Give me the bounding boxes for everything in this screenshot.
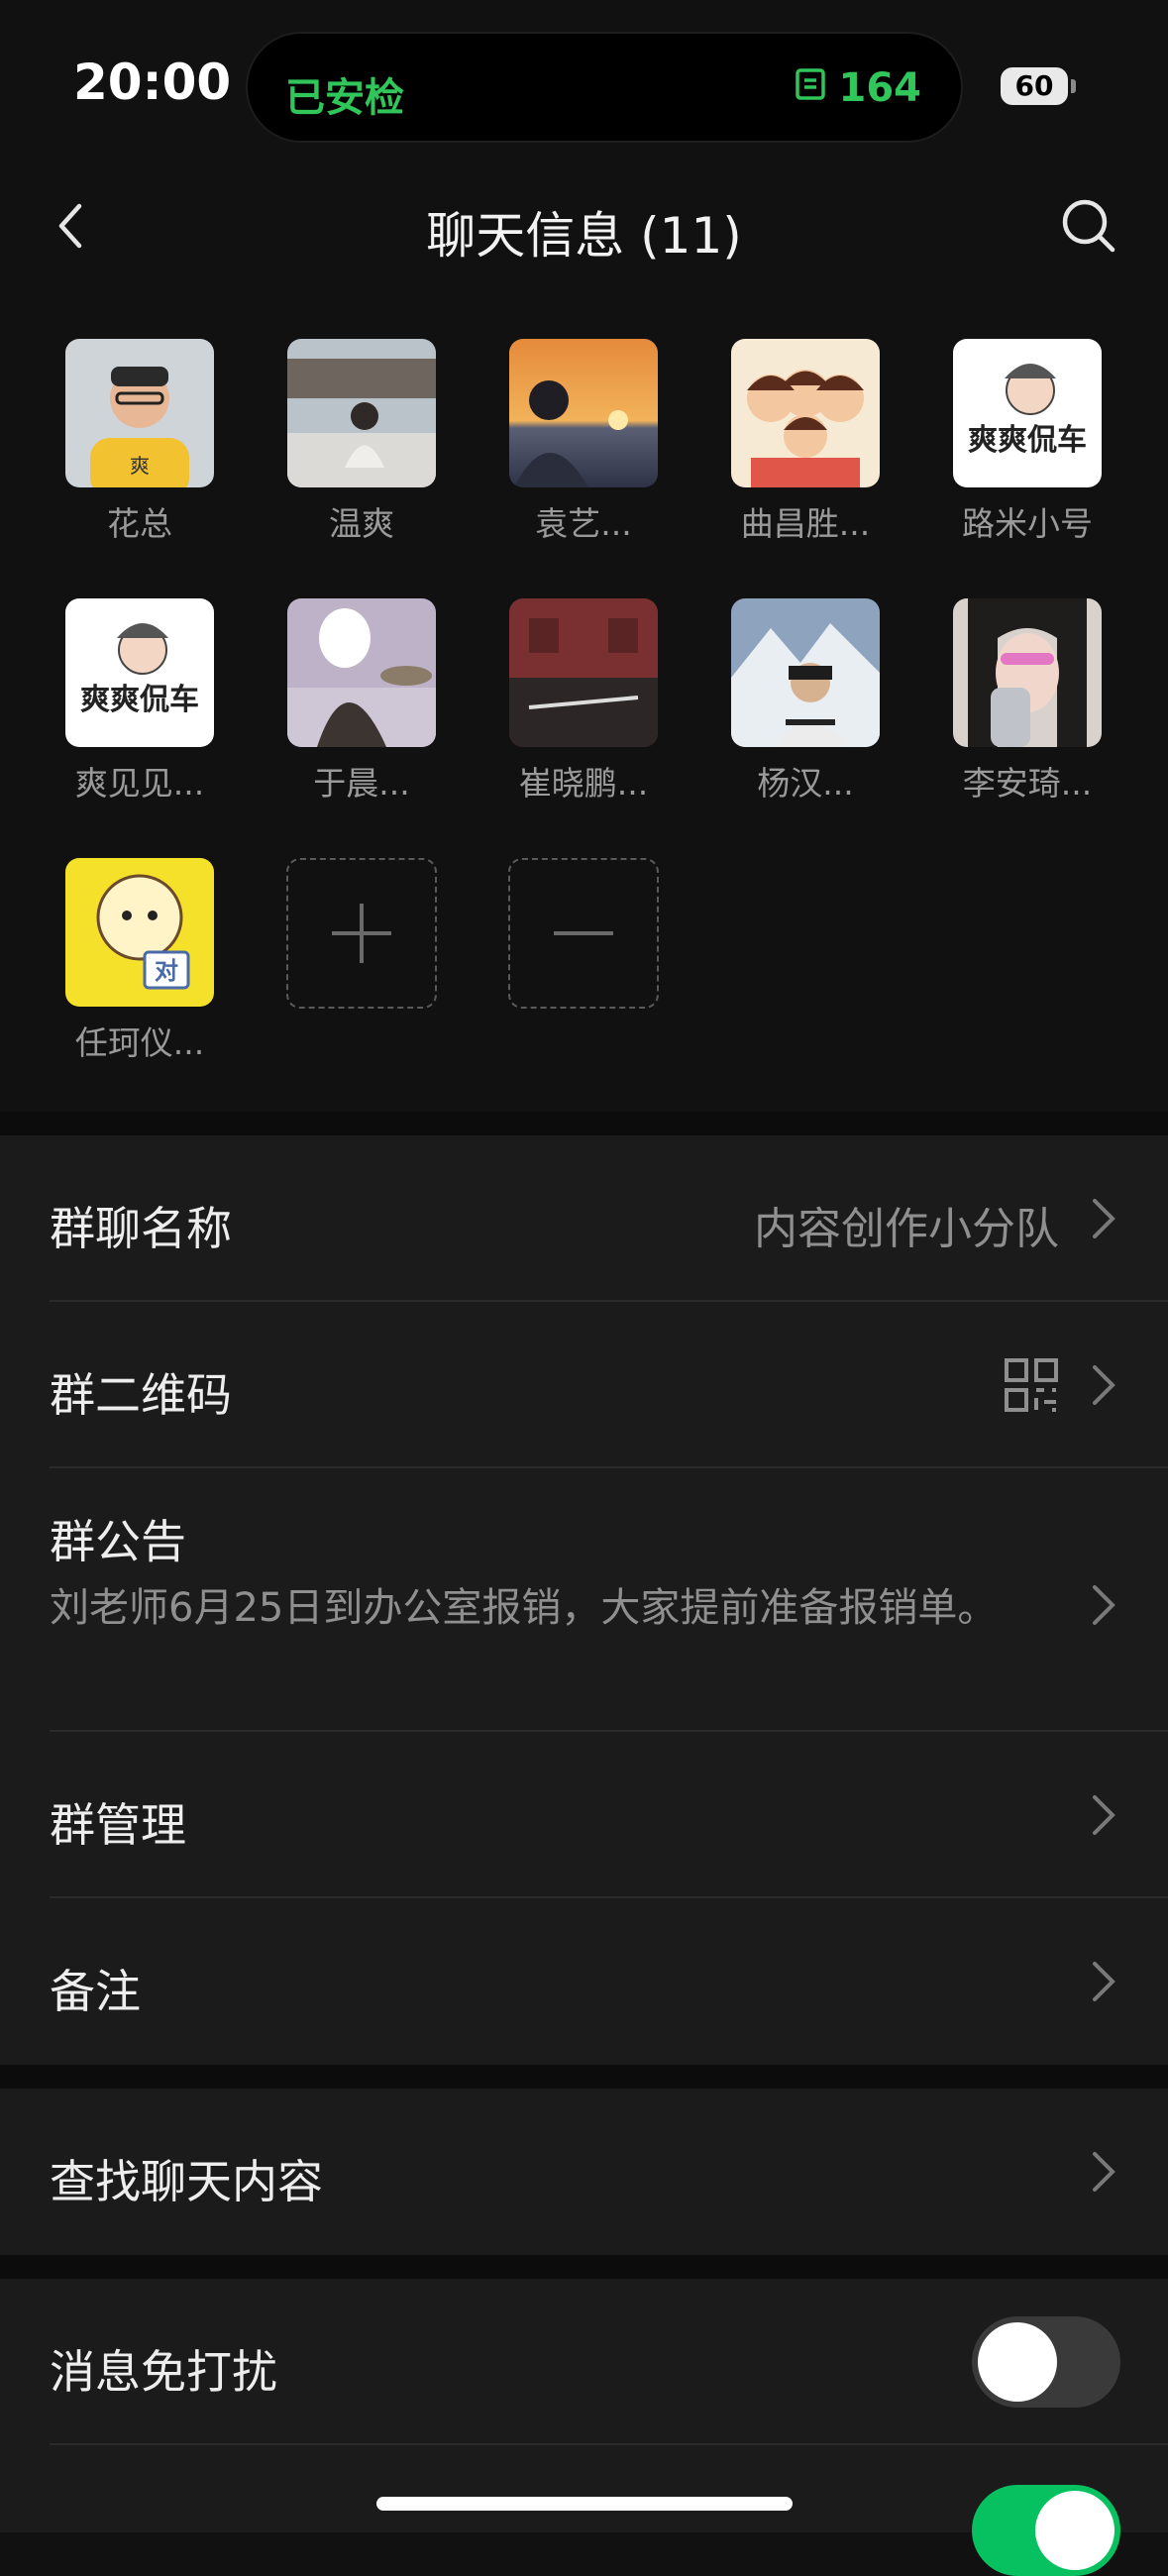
- qr-code-row[interactable]: 群二维码: [0, 1302, 1168, 1468]
- toggle-knob: [978, 2322, 1057, 2402]
- member-item[interactable]: 温爽: [267, 339, 456, 545]
- mute-label: 消息免打扰: [50, 2345, 277, 2399]
- avatar: [287, 339, 436, 487]
- member-item[interactable]: 对 任珂仪...: [46, 858, 234, 1064]
- chevron-right-icon: [1089, 2148, 1118, 2196]
- frame-icon: [794, 65, 827, 111]
- qr-code-label: 群二维码: [50, 1368, 232, 1422]
- member-item[interactable]: 崔晓鹏...: [489, 598, 678, 805]
- battery-icon: 60: [1001, 67, 1076, 105]
- status-bar: 20:00 已安检 164 60: [0, 0, 1168, 168]
- avatar-logo-text: 爽爽侃车: [80, 683, 199, 717]
- member-name: 于晨...: [313, 764, 410, 803]
- island-count: 164: [838, 65, 922, 111]
- member-name: 温爽: [329, 504, 394, 543]
- group-manage-label: 群管理: [50, 1798, 186, 1852]
- avatar: [953, 598, 1102, 747]
- member-name: 崔晓鹏...: [518, 764, 649, 803]
- member-name: 杨汉...: [757, 764, 854, 803]
- avatar: 爽爽侃车: [953, 339, 1102, 487]
- avatar: 爽爽侃车: [65, 598, 214, 747]
- clock: 20:00: [73, 54, 232, 111]
- remove-member-button[interactable]: [489, 858, 678, 1009]
- avatar: [731, 339, 880, 487]
- remark-label: 备注: [50, 1965, 141, 2018]
- nav-bar: 聊天信息 (11): [0, 178, 1168, 277]
- minus-icon: [554, 931, 613, 935]
- group-name-row[interactable]: 群聊名称 内容创作小分队: [0, 1135, 1168, 1302]
- toggle-knob: [1035, 2491, 1115, 2570]
- member-name: 路米小号: [962, 504, 1093, 543]
- chevron-right-icon: [1089, 1581, 1118, 1629]
- member-item[interactable]: 李安琦...: [933, 598, 1121, 805]
- section-divider: [0, 1112, 1168, 1135]
- member-name: 爽见见...: [74, 764, 205, 803]
- member-name: 曲昌胜...: [740, 504, 871, 543]
- avatar-shirt-text: 爽: [130, 454, 150, 478]
- add-slot: [286, 858, 437, 1009]
- avatar-logo-text: 爽爽侃车: [968, 423, 1087, 458]
- remark-row[interactable]: 备注: [0, 1898, 1168, 2065]
- member-grid: 爽 花总 温爽 袁艺... 曲昌胜... 爽爽侃车 路米小号 爽爽侃车 爽见见.…: [0, 317, 1168, 1110]
- chevron-right-icon: [1089, 1958, 1118, 2005]
- group-notice-label: 群公告: [50, 1515, 186, 1568]
- member-item[interactable]: 于晨...: [267, 598, 456, 805]
- avatar: [731, 598, 880, 747]
- remove-slot: [508, 858, 659, 1009]
- member-name: 任珂仪...: [74, 1023, 205, 1062]
- section-divider: [0, 2255, 1168, 2279]
- island-counter: 164: [794, 65, 922, 111]
- member-name: 花总: [107, 504, 172, 543]
- avatar-badge-text: 对: [155, 957, 178, 985]
- home-indicator: [376, 2497, 793, 2511]
- search-icon[interactable]: [1057, 194, 1120, 258]
- group-name-label: 群聊名称: [50, 1202, 232, 1255]
- island-status-text: 已安检: [285, 75, 404, 121]
- section-divider: [0, 2065, 1168, 2089]
- group-manage-row[interactable]: 群管理: [0, 1732, 1168, 1898]
- group-name-value: 内容创作小分队: [754, 1204, 1059, 1254]
- chevron-right-icon: [1089, 1195, 1118, 1242]
- partial-row: [0, 2445, 1168, 2576]
- mute-row: 消息免打扰: [0, 2279, 1168, 2445]
- dynamic-island[interactable]: 已安检 164: [246, 32, 963, 143]
- member-item[interactable]: 曲昌胜...: [711, 339, 900, 545]
- member-name: 李安琦...: [962, 764, 1093, 803]
- add-member-button[interactable]: [267, 858, 456, 1009]
- page-title: 聊天信息 (11): [426, 207, 742, 265]
- mute-toggle[interactable]: [972, 2316, 1120, 2408]
- avatar: [287, 598, 436, 747]
- group-notice-row[interactable]: 群公告 刘老师6月25日到办公室报销，大家提前准备报销单。: [0, 1468, 1168, 1732]
- member-item[interactable]: 爽 花总: [46, 339, 234, 545]
- avatar: 爽: [65, 339, 214, 487]
- chevron-right-icon: [1089, 1361, 1118, 1409]
- partial-toggle[interactable]: [972, 2485, 1120, 2576]
- search-history-label: 查找聊天内容: [50, 2155, 323, 2208]
- avatar: [509, 598, 658, 747]
- member-name: 袁艺...: [535, 504, 632, 543]
- plus-icon: [332, 904, 391, 963]
- avatar: [509, 339, 658, 487]
- group-notice-text: 刘老师6月25日到办公室报销，大家提前准备报销单。: [50, 1585, 998, 1631]
- qr-code-icon: [1004, 1357, 1059, 1413]
- avatar: 对: [65, 858, 214, 1007]
- member-item[interactable]: 杨汉...: [711, 598, 900, 805]
- search-history-row[interactable]: 查找聊天内容: [0, 2089, 1168, 2255]
- chevron-right-icon: [1089, 1791, 1118, 1839]
- member-item[interactable]: 爽爽侃车 爽见见...: [46, 598, 234, 805]
- member-item[interactable]: 袁艺...: [489, 339, 678, 545]
- member-item[interactable]: 爽爽侃车 路米小号: [933, 339, 1121, 545]
